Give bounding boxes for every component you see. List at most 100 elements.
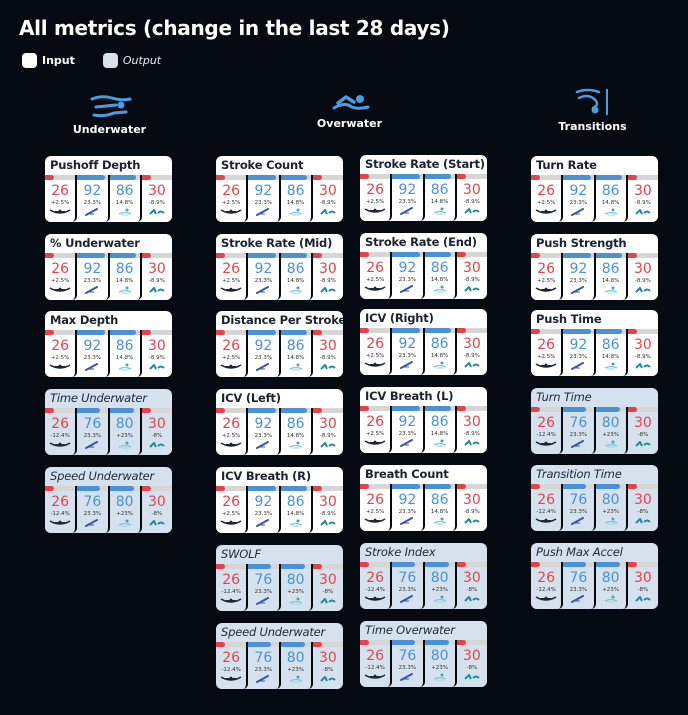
metric-cell: 26 +2.5%: [360, 484, 393, 531]
metric-card[interactable]: Turn Time 26 -12.4% 76 23.3% 80 +23% 30 -8%: [531, 388, 658, 454]
metric-value: 26: [366, 492, 385, 508]
progress-track: [360, 484, 391, 489]
progress-track: [248, 253, 279, 258]
metric-change: -12.4%: [50, 433, 70, 439]
metric-cell: 80 +23%: [424, 562, 457, 609]
swimmer-surface-icon: [281, 519, 311, 527]
metric-change: -8.9%: [634, 200, 651, 206]
metric-card-title: Turn Time: [536, 390, 592, 404]
metric-value: 76: [254, 650, 273, 666]
metric-card-title: Transition Time: [536, 467, 622, 481]
metric-card[interactable]: Pushoff Depth 26 +2.5% 92 23.3% 86 14.8% 30 -8.9…: [45, 156, 172, 222]
metric-card[interactable]: ICV (Left) 26 +2.5% 92 23.3% 86 14.8% 30 -8.9%: [216, 389, 343, 455]
metric-card[interactable]: ICV Breath (R) 26 +2.5% 92 23.3% 86 14.8% 30 -8.…: [216, 467, 343, 533]
metric-cell: 30 -8.9%: [456, 406, 487, 453]
metric-card[interactable]: Stroke Rate (Mid) 26 +2.5% 92 23.3% 86 14.8% 30…: [216, 234, 343, 300]
metric-card[interactable]: Transition Time 26 -12.4% 76 23.3% 80 +23% 30 -8…: [531, 465, 658, 531]
progress-fill: [424, 562, 449, 567]
metric-card[interactable]: Turn Rate 26 +2.5% 92 23.3% 86 14.8% 30 -8.9%: [531, 156, 658, 222]
metric-value: 76: [398, 648, 417, 664]
swimmer-surface-icon: [596, 362, 626, 370]
swimmer-kick-icon: [457, 361, 487, 368]
swimmer-kick-icon: [457, 595, 487, 602]
metric-change: -8.9%: [463, 509, 480, 515]
metric-card[interactable]: Push Max Accel 26 -12.4% 76 23.3% 80 +23% 30 -8%: [531, 543, 658, 609]
progress-fill: [360, 328, 370, 333]
progress-track: [280, 486, 311, 491]
metric-card[interactable]: Speed Underwater 26 -12.4% 76 23.3% 80 +23% 30-…: [216, 623, 343, 689]
metric-change: 14.8%: [430, 431, 449, 437]
metric-cells: 26 +2.5% 92 23.3% 86 14.8% 30 -8.9%: [45, 330, 172, 377]
progress-track: [360, 562, 391, 567]
metric-cell: 30 -8.9%: [456, 328, 487, 375]
swimmer-dive-icon: [392, 285, 422, 293]
progress-fill: [392, 640, 416, 645]
column-label-overwater: Overwater: [316, 117, 383, 130]
metric-change: -8%: [466, 665, 478, 671]
swimmer-front-icon: [216, 441, 246, 448]
swimmer-surface-icon: [110, 208, 140, 216]
metric-change: 23.3%: [569, 278, 588, 284]
metric-change: 23.3%: [569, 509, 588, 515]
metric-cells: 26 +2.5% 92 23.3% 86 14.8% 30 -8.9%: [45, 253, 172, 300]
progress-track: [280, 175, 311, 180]
metric-card[interactable]: Push Time 26 +2.5% 92 23.3% 86 14.8% 30 -8.9%: [531, 310, 658, 376]
column-header-transitions: Transitions: [545, 88, 640, 133]
metric-change: -8%: [151, 433, 163, 439]
metric-cell: 26 +2.5%: [216, 330, 249, 377]
metric-card-title: Speed Underwater: [221, 625, 326, 639]
metric-cell: 86 14.8%: [595, 329, 628, 376]
swimmer-kick-icon: [142, 363, 172, 370]
metric-value: 26: [51, 183, 70, 199]
metric-cell: 26 +2.5%: [531, 253, 564, 300]
progress-track: [531, 407, 562, 412]
metric-cell: 26 -12.4%: [360, 640, 393, 687]
metric-card[interactable]: Stroke Index 26 -12.4% 76 23.3% 80 +23% 30 -8%: [360, 543, 487, 609]
metric-card[interactable]: SWOLF 26 -12.4% 76 23.3% 80 +23% 30 -8%: [216, 545, 343, 611]
progress-track: [216, 175, 247, 180]
metric-value: 26: [51, 338, 70, 354]
metric-card[interactable]: Distance Per Stroke 26 +2.5% 92 23.3% 86 14.8%…: [216, 311, 343, 377]
progress-fill: [563, 407, 587, 412]
metric-cell: 86 14.8%: [424, 174, 457, 221]
swimmer-front-icon: [45, 208, 75, 215]
metric-change: 23.3%: [398, 199, 417, 205]
metric-cell: 26 +2.5%: [360, 406, 393, 453]
progress-track: [627, 329, 658, 334]
metric-card[interactable]: ICV Breath (L) 26 +2.5% 92 23.3% 86 14.8% 30 -8.…: [360, 387, 487, 453]
metric-card[interactable]: % Underwater 26 +2.5% 92 23.3% 86 14.8% 30 -8.9%: [45, 234, 172, 300]
metric-card[interactable]: Time Overwater 26 -12.4% 76 23.3% 80 +23% 30 -8%: [360, 621, 487, 687]
metric-value: 26: [537, 415, 556, 431]
swimmer-dive-icon: [248, 441, 278, 449]
progress-fill: [216, 642, 226, 647]
metric-change: 23.3%: [83, 433, 102, 439]
metric-card[interactable]: Breath Count 26 +2.5% 92 23.3% 86 14.8% 30 -8.9%: [360, 465, 487, 531]
progress-track: [563, 407, 594, 412]
metric-card[interactable]: Stroke Count 26 +2.5% 92 23.3% 86 14.8% 30 -8.9%: [216, 156, 343, 222]
metric-change: -8.9%: [319, 200, 336, 206]
progress-fill: [248, 408, 277, 413]
swimmer-kick-icon: [628, 208, 658, 215]
metric-cell: 26 +2.5%: [531, 329, 564, 376]
metric-value: 92: [398, 492, 417, 508]
metric-card[interactable]: Stroke Rate (Start) 26 +2.5% 92 23.3% 86 14.8%…: [360, 155, 487, 221]
metric-value: 92: [398, 336, 417, 352]
swimmer-dive-icon: [77, 286, 107, 294]
swimmer-dive-icon: [248, 675, 278, 683]
metric-cell: 30 -8%: [627, 562, 658, 609]
metric-card[interactable]: Stroke Rate (End) 26 +2.5% 92 23.3% 86 14.8% 30…: [360, 233, 487, 299]
swimmer-dive-icon: [392, 207, 422, 215]
progress-track: [109, 330, 140, 335]
metric-change: +2.5%: [365, 431, 385, 437]
metric-card[interactable]: Time Underwater 26 -12.4% 76 23.3% 80 +23% 30 -8…: [45, 389, 172, 455]
metric-value: 30: [633, 492, 652, 508]
swimmer-front-icon: [360, 207, 390, 214]
metric-card[interactable]: Max Depth 26 +2.5% 92 23.3% 86 14.8% 30 -8.9%: [45, 311, 172, 377]
swimmer-kick-icon: [142, 519, 172, 526]
metric-card[interactable]: Push Strength 26 +2.5% 92 23.3% 86 14.8% 30 -8.9…: [531, 234, 658, 300]
progress-track: [216, 564, 247, 569]
progress-fill: [141, 175, 151, 180]
metric-card[interactable]: Speed Underwater 26 -12.4% 76 23.3% 80 +23% 30-…: [45, 467, 172, 533]
metric-cell: 92 23.3%: [392, 174, 425, 221]
metric-card[interactable]: ICV (Right) 26 +2.5% 92 23.3% 86 14.8% 30 -8.9%: [360, 309, 487, 375]
